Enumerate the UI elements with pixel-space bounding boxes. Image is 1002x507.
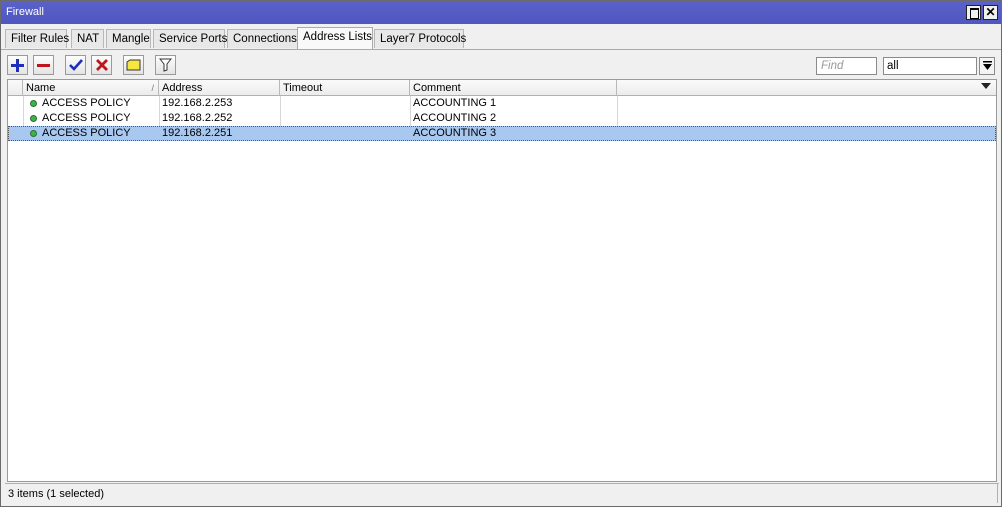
tab-mangle[interactable]: Mangle bbox=[106, 29, 151, 48]
cell-comment: ACCOUNTING 3 bbox=[413, 127, 497, 139]
enable-icon bbox=[68, 59, 83, 71]
table-row-selected[interactable]: ACCESS POLICY 192.168.2.251 ACCOUNTING 3 bbox=[8, 126, 996, 141]
column-header-timeout[interactable]: Timeout bbox=[280, 80, 410, 96]
remove-button[interactable] bbox=[33, 55, 54, 75]
tab-filter-rules[interactable]: Filter Rules bbox=[5, 29, 69, 48]
cell-comment: ACCOUNTING 1 bbox=[413, 97, 497, 109]
item-count-status: 3 items (1 selected) bbox=[8, 488, 104, 500]
column-header-comment[interactable]: Comment bbox=[410, 80, 617, 96]
tab-nat[interactable]: NAT bbox=[71, 29, 104, 48]
cell-address: 192.168.2.252 bbox=[162, 112, 233, 124]
status-divider bbox=[997, 484, 998, 503]
cell-name: ACCESS POLICY bbox=[42, 97, 131, 109]
filter-icon bbox=[159, 58, 172, 72]
disable-icon bbox=[95, 59, 108, 71]
close-icon[interactable]: ✕ bbox=[983, 5, 998, 20]
table-row[interactable]: ACCESS POLICY 192.168.2.252 ACCOUNTING 2 bbox=[8, 111, 996, 126]
enabled-status-icon bbox=[30, 100, 37, 107]
cell-address: 192.168.2.251 bbox=[162, 127, 233, 139]
tab-connections[interactable]: Connections bbox=[227, 29, 298, 48]
cell-timeout bbox=[280, 96, 283, 111]
cell-name: ACCESS POLICY bbox=[42, 112, 131, 124]
filter-dropdown-button[interactable] bbox=[979, 57, 995, 75]
header-spacer bbox=[8, 80, 23, 96]
add-button[interactable] bbox=[7, 55, 28, 75]
tab-service-ports[interactable]: Service Ports bbox=[153, 29, 227, 48]
find-input[interactable] bbox=[816, 57, 877, 75]
remove-icon bbox=[37, 63, 50, 67]
title-bar[interactable]: Firewall ✕ bbox=[1, 1, 1001, 24]
maximize-icon[interactable] bbox=[966, 5, 981, 20]
address-list-table: Name / Address Timeout Comment ACCESS PO… bbox=[7, 79, 997, 482]
table-header: Name / Address Timeout Comment bbox=[8, 80, 996, 96]
filter-select[interactable]: all bbox=[883, 57, 977, 75]
cell-comment: ACCOUNTING 2 bbox=[413, 112, 497, 124]
tab-address-lists[interactable]: Address Lists bbox=[297, 27, 373, 49]
toolbar: all bbox=[1, 49, 1001, 79]
add-icon bbox=[11, 58, 24, 72]
cell-timeout bbox=[280, 126, 283, 141]
firewall-window: Firewall ✕ Filter Rules NAT Mangle Servi… bbox=[0, 0, 1002, 507]
column-menu-icon[interactable] bbox=[981, 83, 991, 89]
comment-button[interactable] bbox=[123, 55, 144, 75]
column-header-address[interactable]: Address bbox=[159, 80, 280, 96]
disable-button[interactable] bbox=[91, 55, 112, 75]
column-header-name-label: Name bbox=[26, 82, 56, 94]
chevron-down-icon bbox=[982, 61, 992, 70]
enabled-status-icon bbox=[30, 115, 37, 122]
cell-name: ACCESS POLICY bbox=[42, 127, 131, 139]
table-row[interactable]: ACCESS POLICY 192.168.2.253 ACCOUNTING 1 bbox=[8, 96, 996, 111]
column-header-name[interactable]: Name / bbox=[23, 80, 159, 96]
enabled-status-icon bbox=[30, 130, 37, 137]
sort-ascending-icon: / bbox=[151, 83, 154, 93]
cell-address: 192.168.2.253 bbox=[162, 97, 233, 109]
enable-button[interactable] bbox=[65, 55, 86, 75]
comment-icon bbox=[126, 59, 141, 71]
tab-layer7-protocols[interactable]: Layer7 Protocols bbox=[374, 29, 466, 48]
status-bar: 3 items (1 selected) bbox=[5, 483, 999, 503]
window-title: Firewall bbox=[6, 6, 44, 18]
cell-timeout bbox=[280, 111, 283, 126]
filter-button[interactable] bbox=[155, 55, 176, 75]
